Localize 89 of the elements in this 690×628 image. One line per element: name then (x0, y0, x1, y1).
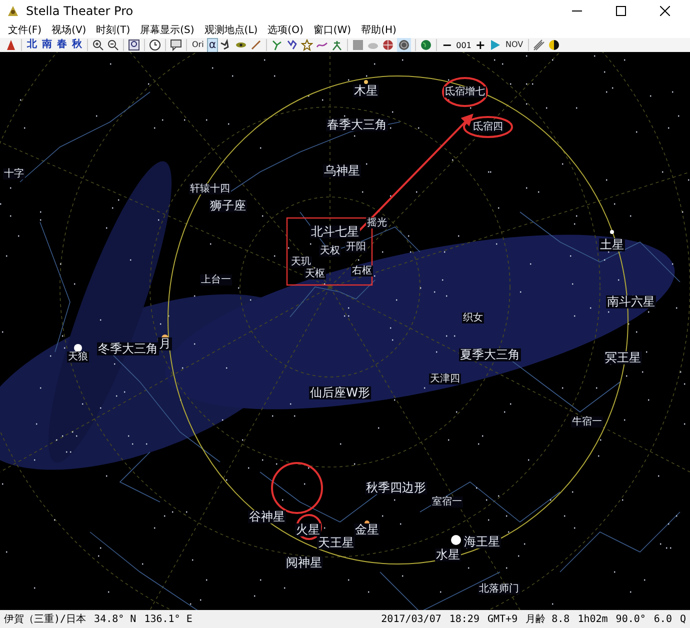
planet-label: 金星 (354, 523, 380, 537)
direction-button[interactable]: 春 (56, 38, 68, 52)
planet-label: 冥王星 (604, 351, 642, 365)
comet-icon[interactable] (533, 39, 546, 51)
square-icon[interactable] (352, 39, 364, 51)
pencil-icon[interactable] (250, 39, 262, 51)
menu-item[interactable]: 选项(O) (268, 23, 304, 37)
maximize-icon[interactable] (616, 6, 626, 16)
planet-label: 土星 (599, 238, 625, 252)
direction-button[interactable]: 南 (41, 38, 53, 52)
star-label: 天权 (319, 246, 341, 256)
grid-globe-icon[interactable] (382, 39, 394, 51)
step-back-button[interactable]: − (441, 38, 454, 52)
direction-button[interactable]: 秋 (71, 38, 83, 52)
menu-item[interactable]: 时刻(T) (96, 23, 130, 37)
app-logo-icon (6, 4, 20, 18)
zoom-out-icon[interactable] (107, 39, 119, 51)
step-counter: 001 (456, 40, 472, 50)
asterism-label: 冬季大三角 (97, 342, 159, 356)
alpha-toggle[interactable]: α (208, 38, 218, 52)
sphere-icon[interactable] (397, 38, 412, 52)
moon-age-text: 月齢 8.8 (526, 612, 570, 626)
star-label: 天津四 (429, 374, 461, 384)
duration-text: 1h02m (578, 614, 608, 624)
planet-label: 阋神星 (285, 556, 323, 570)
star-label: 十字 (3, 168, 25, 180)
annotation-circle (442, 77, 488, 107)
chat-icon[interactable] (170, 39, 182, 51)
asterism-label: 狮子座 (209, 199, 247, 213)
longitude-text: 136.1° E (144, 614, 192, 624)
star-label: 轩辕十四 (189, 184, 231, 194)
planet-label: 天王星 (317, 536, 355, 550)
planet-label: 月 (158, 337, 172, 351)
window-title: Stella Theater Pro (26, 4, 134, 18)
star-label: 上台一 (200, 274, 232, 286)
asterism-label: 秋季四边形 (365, 481, 427, 495)
asterism-label: 夏季大三角 (459, 348, 521, 362)
planet-label: 海王星 (463, 535, 501, 549)
field-of-view-text: 90.0° (616, 614, 646, 624)
figure-icon[interactable] (286, 39, 298, 51)
orientation-button[interactable]: Ori (191, 38, 205, 52)
planet-label: 乌神星 (323, 164, 361, 178)
asterism-label: 仙后座W形 (309, 386, 371, 400)
star-outline-icon[interactable] (301, 39, 314, 51)
star-label: 天狼 (67, 352, 89, 362)
menu-item[interactable]: 文件(F) (8, 23, 42, 37)
asterism-label: 北斗七星 (310, 225, 360, 239)
date-text: 2017/03/07 (381, 614, 442, 624)
constellation-icon[interactable] (271, 39, 284, 51)
search-icon[interactable] (128, 39, 140, 51)
location-text: 伊賀（三重)/日本 (4, 612, 86, 626)
asterism-label: 春季大三角 (326, 118, 388, 132)
star-label: 牛宿一 (571, 416, 603, 428)
menu-item[interactable]: 窗口(W) (313, 23, 352, 37)
star-label: 开阳 (345, 242, 367, 252)
planet-label: 水星 (435, 548, 461, 562)
timezone-text: GMT+9 (487, 614, 518, 624)
step-forward-button[interactable]: + (474, 38, 486, 52)
globe-icon[interactable] (420, 39, 432, 51)
close-icon[interactable] (660, 6, 670, 16)
zoom-in-icon[interactable] (92, 39, 104, 51)
latitude-text: 34.8° N (94, 614, 136, 624)
moon-phase-icon[interactable] (548, 39, 560, 51)
star-label: 室宿一 (431, 496, 463, 508)
person-icon[interactable] (331, 39, 344, 51)
clock-icon[interactable] (149, 39, 161, 51)
direction-button[interactable]: 北 (26, 38, 38, 52)
star-label: 氐宿四 (472, 122, 504, 132)
planet-label: 火星 (295, 523, 321, 537)
planet-label: 谷神星 (248, 510, 286, 524)
star-label: 织女 (462, 312, 484, 324)
star-label: 氐宿增七 (444, 86, 486, 98)
asterism-label: 南斗六星 (606, 295, 656, 309)
menu-item[interactable]: 观测地点(L) (204, 23, 258, 37)
time-text: 18:29 (449, 614, 480, 624)
menu-item[interactable]: 帮助(H) (361, 23, 396, 37)
star-label: 右枢 (351, 266, 373, 276)
sky-map[interactable]: 氐宿增七 氐宿四 木星 春季大三角 乌神星 轩辕十四 狮子座 北斗七星 摇光 天权 开阳 天玑 天枢 右枢 冬季大三角 天狼 月 仙后座W形 谷神星 火星 天王星 阋神星 秋季四边形 金星 海王星 水星 夏季大三角 土星 南斗六星 冥王星 十字 北落师门 牛宿一 室宿一 上台一 天津四 织女 (0, 52, 690, 610)
planet-label: 木星 (353, 84, 379, 98)
star-label: 天枢 (304, 268, 326, 280)
star-label: 北落师门 (478, 584, 520, 594)
magnitude-text: 6.0 (654, 614, 672, 624)
menu-item[interactable]: 屏幕显示(S) (140, 23, 194, 37)
star-label: 摇光 (366, 218, 388, 228)
star-label: 天玑 (290, 256, 312, 268)
annotation-circle (463, 116, 513, 138)
month-button[interactable]: NOV (504, 38, 524, 52)
menu-item[interactable]: 视场(V) (52, 23, 86, 37)
status-end-text: Q (680, 614, 686, 624)
